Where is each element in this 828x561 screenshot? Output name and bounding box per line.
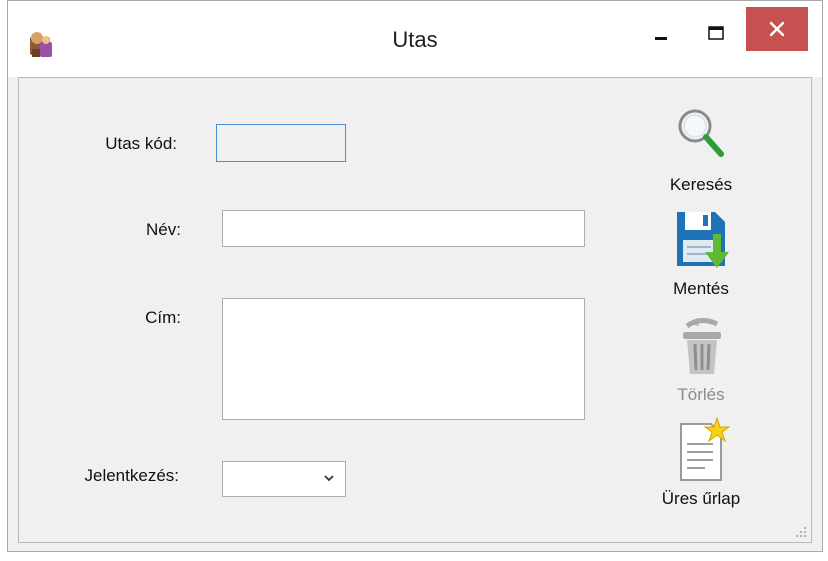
- chevron-down-icon: [324, 475, 334, 482]
- utas-kod-field[interactable]: [216, 124, 346, 162]
- close-button[interactable]: [746, 7, 808, 51]
- maximize-icon: [708, 26, 724, 40]
- new-document-icon: [680, 416, 731, 481]
- minimize-button[interactable]: [630, 7, 692, 51]
- jelentkezes-dropdown[interactable]: [222, 461, 346, 497]
- magnifier-icon: [678, 109, 724, 157]
- utas-kod-label: Utas kód:: [105, 134, 177, 153]
- maximize-button[interactable]: [684, 7, 746, 51]
- save-button[interactable]: Mentés: [643, 206, 759, 299]
- delete-button[interactable]: Törlés: [643, 312, 759, 405]
- title-bar[interactable]: Utas: [8, 1, 822, 77]
- nev-field[interactable]: [222, 210, 585, 247]
- nev-label: Név:: [146, 220, 181, 239]
- minimize-icon: [655, 37, 667, 40]
- search-label: Keresés: [669, 175, 733, 194]
- cim-field[interactable]: [222, 298, 585, 420]
- new-form-button[interactable]: Üres űrlap: [643, 416, 759, 509]
- resize-grip-icon[interactable]: [793, 524, 807, 538]
- trash-can-icon: [683, 318, 721, 374]
- jelentkezes-label: Jelentkezés:: [84, 466, 180, 485]
- search-button[interactable]: Keresés: [643, 102, 759, 195]
- cim-label: Cím:: [145, 308, 181, 327]
- floppy-disk-icon: [677, 212, 729, 268]
- window: Utas Utas kód: Név: Cím: Jelentkezés: Ke…: [7, 0, 823, 552]
- form-panel: Utas kód: Név: Cím: Jelentkezés: Keresés: [18, 77, 812, 543]
- delete-label: Törlés: [677, 385, 725, 404]
- close-icon: [769, 21, 785, 37]
- save-label: Mentés: [673, 279, 729, 298]
- new-form-label: Üres űrlap: [661, 489, 741, 508]
